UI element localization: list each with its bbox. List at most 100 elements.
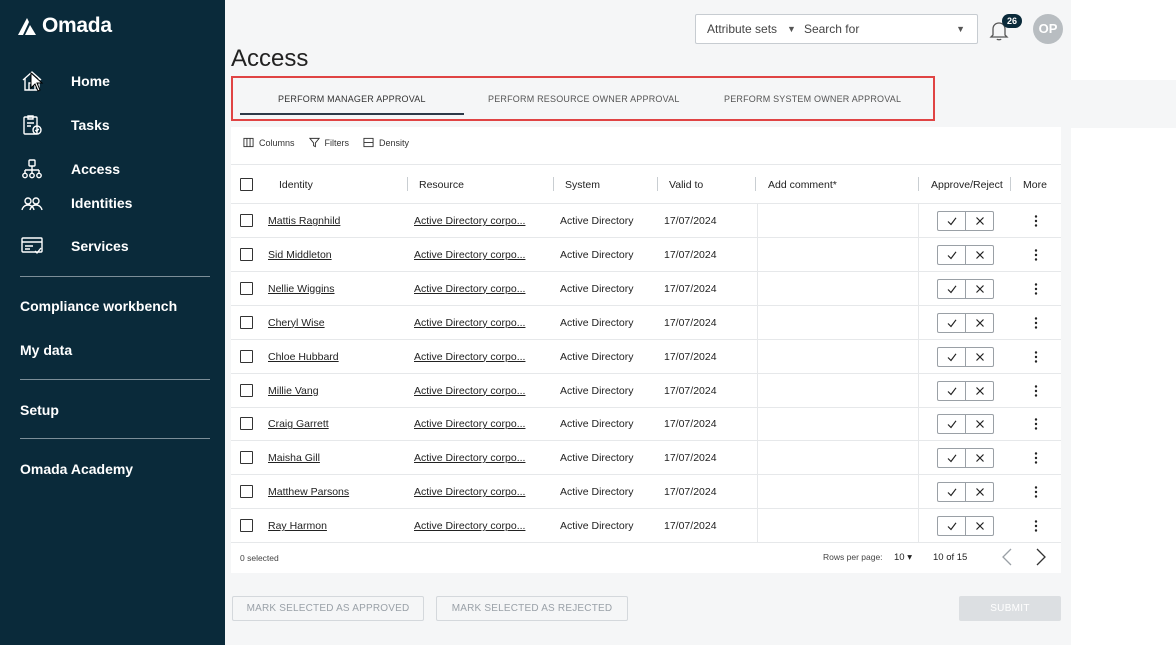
resource-link[interactable]: Active Directory corpo... [414,351,525,363]
chevron-left-icon[interactable] [999,547,1015,567]
identity-link[interactable]: Cheryl Wise [268,317,325,329]
attribute-sets-select[interactable]: Attribute sets [696,22,777,36]
sidebar-item-identities[interactable]: Identities [20,188,132,218]
sidebar-item-compliance-workbench[interactable]: Compliance workbench [20,298,177,314]
filters-button[interactable]: Filters [308,137,349,148]
submit-button[interactable]: SUBMIT [959,596,1061,621]
reject-button[interactable] [965,449,993,468]
sidebar-item-omada-academy[interactable]: Omada Academy [20,461,133,477]
more-vertical-icon[interactable] [1033,485,1039,499]
resource-link[interactable]: Active Directory corpo... [414,215,525,227]
row-checkbox[interactable] [240,247,253,261]
identity-link[interactable]: Nellie Wiggins [268,283,335,295]
add-comment-input[interactable] [757,271,919,306]
add-comment-input[interactable] [757,339,919,374]
column-header-identity[interactable]: Identity [279,179,313,191]
reject-button[interactable] [965,313,993,332]
resource-link[interactable]: Active Directory corpo... [414,520,525,532]
row-checkbox[interactable] [240,417,253,431]
identity-link[interactable]: Mattis Ragnhild [268,215,340,227]
identity-link[interactable]: Craig Garrett [268,418,329,430]
sidebar-item-services[interactable]: Services [20,231,129,261]
sidebar-item-tasks[interactable]: Tasks [20,110,110,140]
approve-button[interactable] [938,382,965,400]
more-vertical-icon[interactable] [1033,316,1039,330]
identity-link[interactable]: Ray Harmon [268,520,327,532]
resource-link[interactable]: Active Directory corpo... [414,317,525,329]
more-vertical-icon[interactable] [1033,417,1039,431]
reject-button[interactable] [965,212,993,230]
more-vertical-icon[interactable] [1033,282,1039,296]
sidebar-item-setup[interactable]: Setup [20,402,59,418]
approve-button[interactable] [938,517,965,535]
reject-button[interactable] [965,517,993,536]
chevron-right-icon[interactable] [1033,547,1049,567]
approve-button[interactable] [938,348,965,366]
mark-selected-approved-button[interactable]: MARK SELECTED AS APPROVED [232,596,424,621]
identity-link[interactable]: Sid Middleton [268,249,332,261]
rows-per-page-select[interactable]: 10 ▾ [894,552,912,563]
row-checkbox[interactable] [240,519,253,533]
reject-button[interactable] [965,279,993,298]
search-input[interactable]: Search for [804,22,859,36]
row-checkbox[interactable] [240,315,253,329]
reject-button[interactable] [965,483,993,502]
tab-perform-manager-approval[interactable]: PERFORM MANAGER APPROVAL [278,94,426,104]
resource-link[interactable]: Active Directory corpo... [414,249,525,261]
more-vertical-icon[interactable] [1033,248,1039,262]
resource-link[interactable]: Active Directory corpo... [414,486,525,498]
add-comment-input[interactable] [757,237,919,272]
sidebar-item-my-data[interactable]: My data [20,342,72,358]
add-comment-input[interactable] [757,441,919,476]
tab-perform-system-owner-approval[interactable]: PERFORM SYSTEM OWNER APPROVAL [724,94,901,104]
sidebar-item-access[interactable]: Access [20,154,120,184]
avatar[interactable]: OP [1033,14,1063,44]
select-all-checkbox[interactable] [240,178,253,191]
row-checkbox[interactable] [240,349,253,363]
reject-button[interactable] [965,415,993,434]
reject-button[interactable] [965,347,993,366]
approve-button[interactable] [938,314,965,332]
omada-logo[interactable]: Omada [16,14,112,38]
identity-link[interactable]: Maisha Gill [268,452,320,464]
column-header-resource[interactable]: Resource [419,179,464,191]
add-comment-input[interactable] [757,407,919,442]
row-checkbox[interactable] [240,383,253,397]
row-checkbox[interactable] [240,451,253,465]
columns-button[interactable]: Columns [243,137,295,148]
approve-button[interactable] [938,246,965,264]
approve-button[interactable] [938,415,965,433]
tab-perform-resource-owner-approval[interactable]: PERFORM RESOURCE OWNER APPROVAL [488,94,680,104]
reject-button[interactable] [965,381,993,400]
approve-button[interactable] [938,483,965,501]
more-vertical-icon[interactable] [1033,350,1039,364]
resource-link[interactable]: Active Directory corpo... [414,283,525,295]
add-comment-input[interactable] [757,305,919,340]
more-vertical-icon[interactable] [1033,519,1039,533]
identity-link[interactable]: Matthew Parsons [268,486,349,498]
approve-button[interactable] [938,212,965,230]
search-bar[interactable]: Attribute sets ▼ Search for ▼ [695,14,978,44]
add-comment-input[interactable] [757,204,919,238]
more-vertical-icon[interactable] [1033,214,1039,228]
add-comment-input[interactable] [757,373,919,408]
resource-link[interactable]: Active Directory corpo... [414,385,525,397]
approve-button[interactable] [938,280,965,298]
reject-button[interactable] [965,245,993,264]
row-checkbox[interactable] [240,214,253,227]
column-header-system[interactable]: System [565,179,600,191]
add-comment-input[interactable] [757,509,919,544]
mark-selected-rejected-button[interactable]: MARK SELECTED AS REJECTED [436,596,628,621]
identity-link[interactable]: Millie Vang [268,385,319,397]
approve-button[interactable] [938,449,965,467]
column-header-valid-to[interactable]: Valid to [669,179,703,191]
add-comment-input[interactable] [757,475,919,510]
density-button[interactable]: Density [363,137,409,148]
row-checkbox[interactable] [240,281,253,295]
row-checkbox[interactable] [240,485,253,499]
more-vertical-icon[interactable] [1033,384,1039,398]
identity-link[interactable]: Chloe Hubbard [268,351,339,363]
more-vertical-icon[interactable] [1033,451,1039,465]
resource-link[interactable]: Active Directory corpo... [414,418,525,430]
resource-link[interactable]: Active Directory corpo... [414,452,525,464]
